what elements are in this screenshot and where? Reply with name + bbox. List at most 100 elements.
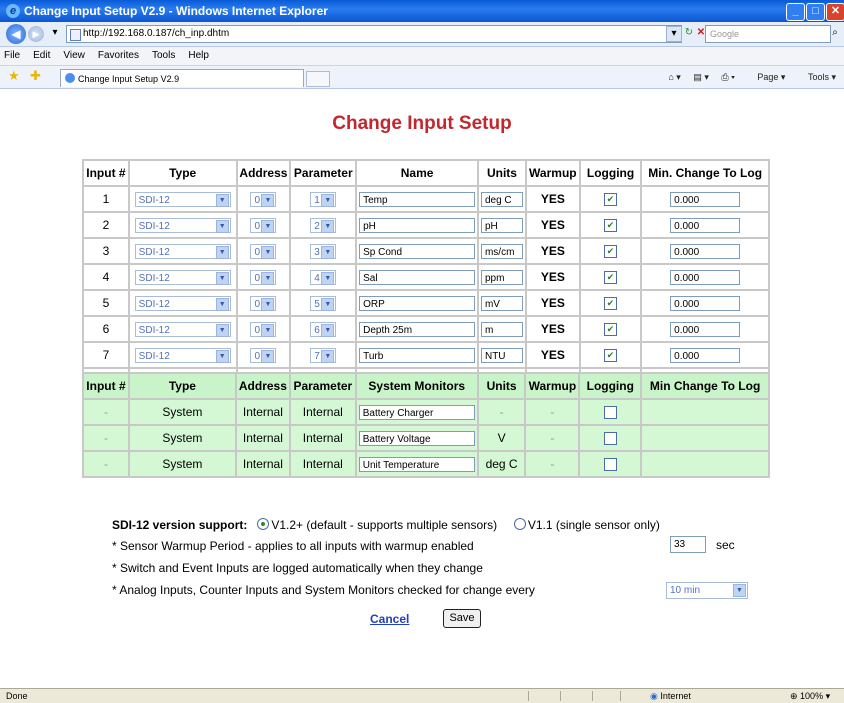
check-interval-select[interactable]: 10 min ▼ bbox=[666, 582, 748, 599]
warmup-period-input[interactable]: 33 bbox=[670, 536, 706, 553]
logging-checkbox[interactable] bbox=[603, 432, 617, 446]
status-bar: Done ◉ Internet ⊕ 100% ▾ bbox=[0, 688, 844, 703]
menu-favorites[interactable]: Favorites bbox=[98, 50, 139, 61]
name-input[interactable]: Depth 25m bbox=[359, 321, 476, 337]
type-select[interactable]: SDI-12 ▼ bbox=[134, 191, 231, 207]
name-input[interactable]: Sp Cond bbox=[359, 243, 476, 259]
logging-checkbox[interactable] bbox=[603, 406, 617, 420]
browser-tab[interactable]: Change Input Setup V2.9 bbox=[60, 69, 304, 87]
address-select[interactable]: 0▼ bbox=[250, 269, 277, 285]
address-select[interactable]: 0▼ bbox=[250, 347, 277, 363]
logging-checkbox[interactable]: ✔ bbox=[604, 271, 618, 285]
new-tab-button[interactable] bbox=[306, 71, 330, 87]
monitor-name-input[interactable]: Battery Charger bbox=[358, 404, 475, 420]
units-input[interactable]: NTU bbox=[480, 347, 523, 363]
address-select[interactable]: 0▼ bbox=[250, 217, 277, 233]
units-input[interactable]: pH bbox=[480, 217, 523, 233]
units-input[interactable]: mV bbox=[480, 295, 523, 311]
warmup-value: YES bbox=[524, 289, 581, 317]
logging-checkbox[interactable]: ✔ bbox=[604, 323, 618, 337]
min-change-input[interactable]: 0.000 bbox=[670, 269, 741, 285]
logging-checkbox[interactable]: ✔ bbox=[604, 219, 618, 233]
parameter-select[interactable]: 2 ▼ bbox=[310, 217, 337, 233]
menu-help[interactable]: Help bbox=[188, 50, 209, 61]
type-select[interactable]: SDI-12 ▼ bbox=[134, 243, 231, 259]
tools-menu[interactable]: Tools ▾ bbox=[798, 72, 836, 82]
parameter-select[interactable]: 4 ▼ bbox=[310, 269, 337, 285]
feeds-icon[interactable]: ▤ ▾ bbox=[693, 72, 709, 82]
input-number: 5 bbox=[82, 289, 130, 317]
type-select[interactable]: SDI-12 ▼ bbox=[134, 347, 231, 363]
address-select[interactable]: 0▼ bbox=[250, 191, 277, 207]
name-input[interactable]: Turb bbox=[359, 347, 476, 363]
column-header: Type bbox=[127, 159, 238, 187]
units-input[interactable]: ms/cm bbox=[480, 243, 523, 259]
search-input[interactable]: Google bbox=[705, 25, 831, 43]
minimize-button[interactable]: _ bbox=[786, 3, 805, 21]
name-input[interactable]: Sal bbox=[359, 269, 476, 285]
units-input[interactable]: ppm bbox=[480, 269, 523, 285]
sdi-v12-label: V1.2+ (default - supports multiple senso… bbox=[271, 518, 498, 532]
page-menu[interactable]: Page ▾ bbox=[747, 72, 785, 82]
url-field[interactable]: http://192.168.0.187/ch_inp.dhtm bbox=[66, 25, 682, 43]
logging-checkbox[interactable]: ✔ bbox=[604, 349, 618, 363]
address-cell: 0▼ bbox=[235, 263, 292, 291]
min-change-input[interactable]: 0.000 bbox=[670, 243, 741, 259]
parameter-select[interactable]: 6 ▼ bbox=[310, 321, 337, 337]
save-button[interactable]: Save bbox=[443, 609, 481, 628]
monitor-name-input[interactable]: Unit Temperature bbox=[358, 456, 475, 472]
menu-tools[interactable]: Tools bbox=[152, 50, 175, 61]
units-input[interactable]: m bbox=[480, 321, 523, 337]
add-favorite-icon[interactable]: ✚ bbox=[30, 69, 41, 83]
parameter-select[interactable]: 7 ▼ bbox=[310, 347, 337, 363]
name-input[interactable]: ORP bbox=[359, 295, 476, 311]
menu-view[interactable]: View bbox=[63, 50, 85, 61]
menu-file[interactable]: File bbox=[4, 50, 20, 61]
sdi-v12-radio[interactable] bbox=[257, 518, 270, 530]
parameter-select[interactable]: 1 ▼ bbox=[310, 191, 337, 207]
address-select[interactable]: 0▼ bbox=[250, 321, 277, 337]
address-select[interactable]: 0▼ bbox=[250, 243, 277, 259]
input-row: 3 SDI-12 ▼ 0 ▼ 3 ▼ Sp Cond ms/cm YES ✔ 0.000 bbox=[82, 237, 770, 265]
menu-edit[interactable]: Edit bbox=[33, 50, 50, 61]
forward-button[interactable]: ▶ bbox=[28, 26, 44, 42]
cancel-link[interactable]: Cancel bbox=[370, 612, 409, 626]
parameter-select[interactable]: 5 ▼ bbox=[310, 295, 337, 311]
type-select[interactable]: SDI-12 ▼ bbox=[134, 217, 231, 233]
min-change-input[interactable]: 0.000 bbox=[670, 191, 741, 207]
logging-checkbox[interactable]: ✔ bbox=[604, 193, 618, 207]
type-select[interactable]: SDI-12 ▼ bbox=[134, 269, 231, 285]
units-input[interactable]: deg C bbox=[480, 191, 523, 207]
address-select-value: 0 bbox=[254, 220, 260, 232]
address-select[interactable]: 0▼ bbox=[250, 295, 277, 311]
favorites-star-icon[interactable]: ★ bbox=[8, 69, 20, 83]
type-select[interactable]: SDI-12 ▼ bbox=[134, 295, 231, 311]
parameter-select[interactable]: 3 ▼ bbox=[310, 243, 337, 259]
logging-checkbox[interactable]: ✔ bbox=[604, 245, 618, 259]
history-dropdown-icon[interactable]: ▾ bbox=[48, 26, 62, 40]
min-change-input[interactable]: 0.000 bbox=[670, 347, 741, 363]
print-icon[interactable]: ⎙ ▾ bbox=[721, 72, 734, 82]
min-change-input[interactable]: 0.000 bbox=[670, 295, 741, 311]
maximize-button[interactable]: □ bbox=[806, 3, 825, 21]
close-button[interactable]: ✕ bbox=[826, 3, 844, 21]
min-change-input[interactable]: 0.000 bbox=[670, 321, 741, 337]
zoom-level[interactable]: ⊕ 100% ▾ bbox=[790, 689, 830, 703]
name-input[interactable]: pH bbox=[359, 217, 476, 233]
parameter-cell: 7 ▼ bbox=[289, 341, 358, 369]
monitor-name-input[interactable]: Battery Voltage bbox=[358, 430, 475, 446]
type-cell: SDI-12 ▼ bbox=[127, 289, 238, 317]
logging-checkbox[interactable]: ✔ bbox=[604, 297, 618, 311]
home-icon[interactable]: ⌂ ▾ bbox=[668, 72, 680, 82]
search-icon[interactable]: ⌕ bbox=[828, 26, 842, 40]
address-select-value: 0 bbox=[254, 272, 260, 284]
min-change-input[interactable]: 0.000 bbox=[670, 217, 741, 233]
name-input[interactable]: Temp bbox=[359, 191, 476, 207]
back-button[interactable]: ◀ bbox=[6, 24, 26, 44]
logging-checkbox[interactable] bbox=[603, 458, 617, 472]
url-dropdown-icon[interactable]: ▾ bbox=[666, 26, 682, 42]
sdi-v11-radio[interactable] bbox=[513, 518, 526, 530]
type-value: System bbox=[127, 424, 237, 452]
type-select[interactable]: SDI-12 ▼ bbox=[134, 321, 231, 337]
parameter-select-value: 3 bbox=[314, 246, 320, 258]
